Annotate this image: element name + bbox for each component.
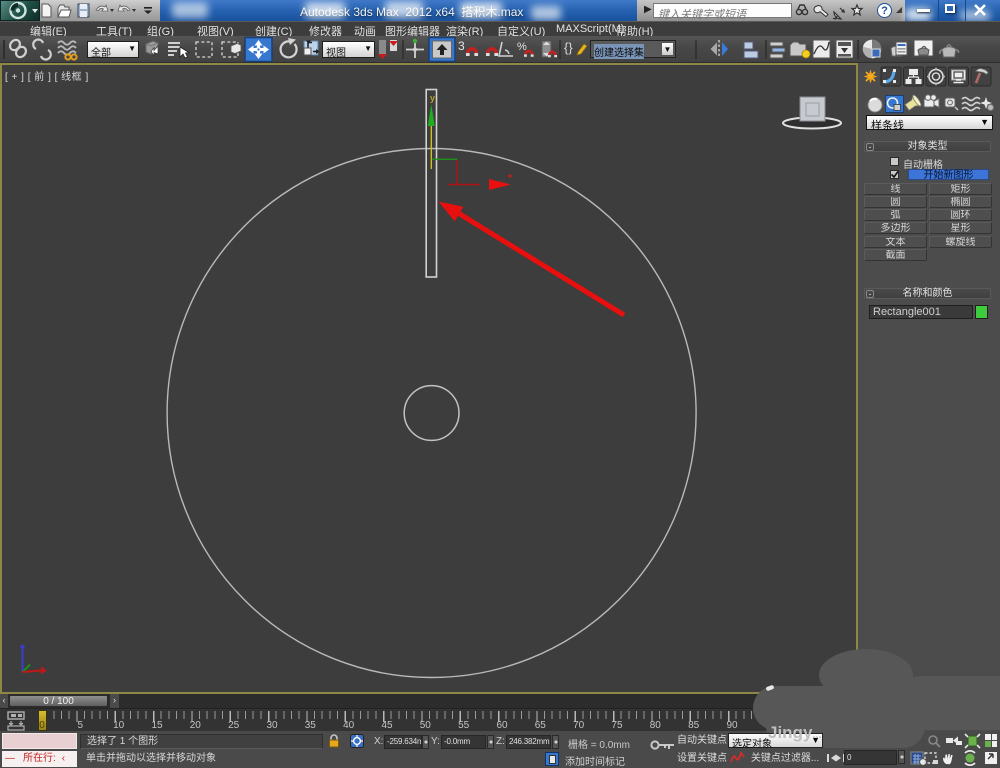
svg-text:y: y xyxy=(430,93,435,103)
svg-text:{}: {} xyxy=(564,40,573,55)
svg-text:3: 3 xyxy=(458,39,465,53)
